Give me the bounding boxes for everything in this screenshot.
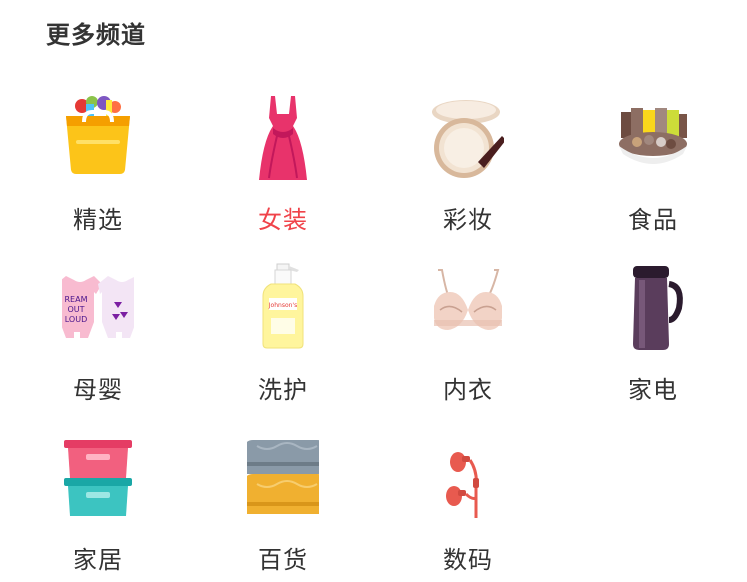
baby-onesie-icon: REAM OUT LOUD: [62, 262, 134, 354]
channel-label: 内衣: [443, 376, 493, 404]
channel-label: 食品: [628, 206, 678, 234]
dress-icon: [247, 92, 319, 184]
channel-item-home-appliance[interactable]: 家电: [578, 262, 728, 412]
soymilk-maker-icon: [617, 262, 689, 354]
channel-grid: 精选 女装 彩妆 食品 REAM OUT LOUD 母婴 Johnson's 洗…: [0, 0, 747, 582]
channel-label: 家居: [73, 546, 123, 574]
channel-label: 家电: [628, 376, 678, 404]
svg-text:OUT: OUT: [67, 305, 84, 314]
channel-item-personal-care[interactable]: Johnson's 洗护: [208, 262, 358, 412]
channel-label: 百货: [258, 546, 308, 574]
channel-label: 女装: [258, 206, 308, 234]
channel-item-featured[interactable]: 精选: [23, 92, 173, 242]
channel-item-underwear[interactable]: 内衣: [393, 262, 543, 412]
channel-item-home-living[interactable]: 家居: [23, 432, 173, 582]
channel-item-womens-wear[interactable]: 女装: [208, 92, 358, 242]
channel-label: 精选: [73, 206, 123, 234]
channel-item-food[interactable]: 食品: [578, 92, 728, 242]
channel-item-makeup[interactable]: 彩妆: [393, 92, 543, 242]
svg-text:REAM: REAM: [65, 295, 88, 304]
cushion-compact-icon: [432, 92, 504, 184]
earphones-icon: [432, 432, 504, 524]
channel-label: 母婴: [73, 376, 123, 404]
snack-bowl-icon: [617, 92, 689, 184]
channel-item-mother-baby[interactable]: REAM OUT LOUD 母婴: [23, 262, 173, 412]
channel-label: 彩妆: [443, 206, 493, 234]
towel-stack-icon: [247, 432, 319, 524]
bra-icon: [432, 262, 504, 354]
storage-box-icon: [62, 432, 134, 524]
svg-text:Johnson's: Johnson's: [268, 302, 297, 309]
channel-item-digital[interactable]: 数码: [393, 432, 543, 582]
shopping-basket-icon: [62, 92, 134, 184]
lotion-bottle-icon: Johnson's: [247, 262, 319, 354]
channel-label: 数码: [443, 546, 493, 574]
svg-text:LOUD: LOUD: [65, 315, 87, 324]
channel-item-general-merchandise[interactable]: 百货: [208, 432, 358, 582]
channel-label: 洗护: [258, 376, 308, 404]
